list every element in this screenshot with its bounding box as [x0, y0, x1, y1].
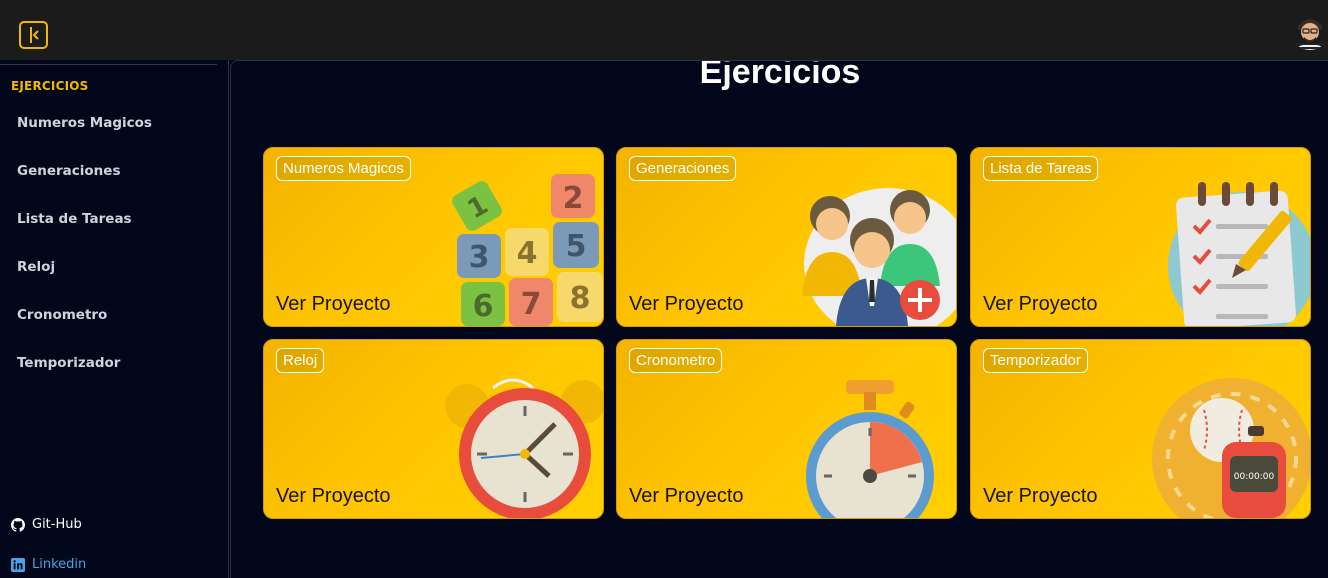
github-link-label: Git-Hub: [32, 517, 82, 532]
project-card-lista-de-tareas[interactable]: Lista de Tareas Ver Proyecto: [970, 147, 1311, 327]
svg-text:6: 6: [473, 289, 494, 324]
github-icon: [11, 517, 25, 532]
card-tag: Reloj: [276, 348, 325, 373]
svg-text:8: 8: [570, 281, 591, 316]
main-content: Ejercicios 1 2 3 4 5 6 7 8 Numeros Magic…: [230, 60, 1328, 578]
card-cta[interactable]: Ver Proyecto: [276, 293, 391, 316]
card-tag: Generaciones: [629, 156, 737, 181]
timer-icon: 00:00:00: [1152, 378, 1310, 518]
avatar[interactable]: [1290, 10, 1328, 50]
card-tag: Cronometro: [629, 348, 723, 373]
chevron-left-icon: [29, 27, 39, 43]
card-cta[interactable]: Ver Proyecto: [629, 485, 744, 508]
project-card-temporizador[interactable]: 00:00:00 Temporizador Ver Proyecto: [970, 339, 1311, 519]
card-tag: Temporizador: [983, 348, 1088, 373]
github-link[interactable]: Git-Hub: [11, 517, 82, 532]
people-group-icon: [802, 188, 956, 326]
svg-text:5: 5: [566, 229, 587, 264]
sidebar-divider: [0, 64, 217, 65]
card-cta[interactable]: Ver Proyecto: [629, 293, 744, 316]
sidebar-heading: EJERCICIOS: [11, 79, 89, 93]
sidebar: EJERCICIOS Numeros Magicos Generaciones …: [0, 60, 229, 578]
svg-text:7: 7: [521, 287, 542, 322]
svg-text:3: 3: [469, 240, 490, 275]
project-card-numeros-magicos[interactable]: 1 2 3 4 5 6 7 8 Numeros Magicos Ver Proy…: [263, 147, 604, 327]
top-bar: [0, 0, 1328, 60]
stopwatch-icon: [806, 380, 934, 518]
card-cta[interactable]: Ver Proyecto: [983, 485, 1098, 508]
sidebar-item-numeros-magicos[interactable]: Numeros Magicos: [17, 115, 152, 131]
project-card-generaciones[interactable]: Generaciones Ver Proyecto: [616, 147, 957, 327]
project-card-reloj[interactable]: Reloj Ver Proyecto: [263, 339, 604, 519]
alarm-clock-icon: [445, 378, 603, 518]
project-card-cronometro[interactable]: Cronometro Ver Proyecto: [616, 339, 957, 519]
card-cta[interactable]: Ver Proyecto: [983, 293, 1098, 316]
linkedin-link-label: Linkedin: [32, 557, 87, 572]
svg-text:2: 2: [563, 181, 584, 216]
card-tag: Lista de Tareas: [983, 156, 1099, 181]
number-blocks-icon: 1 2 3 4 5 6 7 8: [452, 174, 603, 326]
sidebar-item-reloj[interactable]: Reloj: [17, 259, 55, 275]
timer-display: 00:00:00: [1234, 472, 1275, 482]
page-title: Ejercicios: [699, 60, 861, 91]
sidebar-item-lista-de-tareas[interactable]: Lista de Tareas: [17, 211, 132, 227]
sidebar-toggle-button[interactable]: [19, 21, 48, 49]
linkedin-icon: [11, 557, 25, 572]
linkedin-link[interactable]: Linkedin: [11, 557, 86, 572]
sidebar-item-temporizador[interactable]: Temporizador: [17, 355, 120, 371]
card-tag: Numeros Magicos: [276, 156, 411, 181]
sidebar-item-generaciones[interactable]: Generaciones: [17, 163, 120, 179]
checklist-icon: [1168, 182, 1310, 326]
svg-text:4: 4: [517, 236, 538, 271]
sidebar-item-cronometro[interactable]: Cronometro: [17, 307, 107, 323]
card-cta[interactable]: Ver Proyecto: [276, 485, 391, 508]
